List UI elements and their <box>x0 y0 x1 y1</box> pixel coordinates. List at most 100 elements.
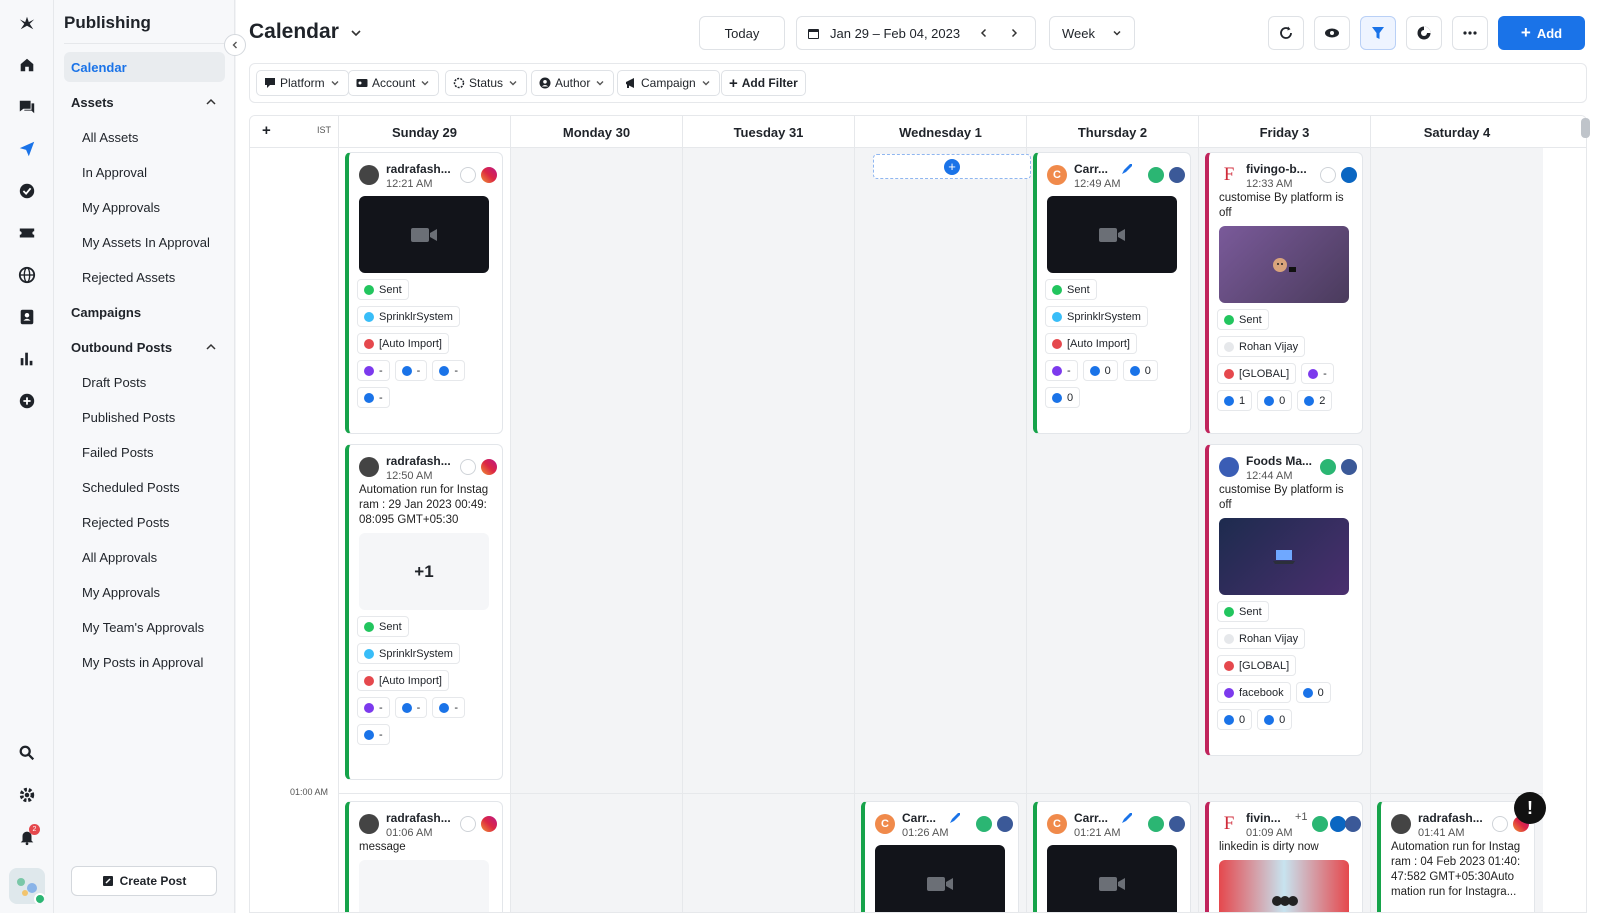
day-column-wednesday[interactable] <box>854 148 1026 912</box>
post-card[interactable]: radrafash... 01:41 AM Automation run for … <box>1377 801 1535 912</box>
post-card[interactable]: Ffivingo-b... 12:33 AM customise By platf… <box>1205 152 1363 434</box>
video-thumbnail[interactable] <box>1047 196 1177 273</box>
calendar-header-row: + IST Sunday 29 Monday 30 Tuesday 31 Wed… <box>250 116 1586 148</box>
video-thumbnail[interactable] <box>875 845 1005 912</box>
globe-icon[interactable] <box>12 260 42 290</box>
post-text: message <box>359 841 406 853</box>
add-filter-button[interactable]: + Add Filter <box>721 70 806 96</box>
sidebar-item-my-teams-approvals[interactable]: My Team's Approvals <box>64 612 225 642</box>
display-options-button[interactable] <box>1406 16 1442 50</box>
sidebar-item-all-assets[interactable]: All Assets <box>64 122 225 152</box>
video-thumbnail[interactable] <box>359 196 489 273</box>
sidebar-item-draft-posts[interactable]: Draft Posts <box>64 367 225 397</box>
filter-account[interactable]: Account <box>348 70 440 96</box>
chevron-down-icon[interactable] <box>349 26 363 40</box>
sidebar-item-rejected-assets[interactable]: Rejected Assets <box>64 262 225 292</box>
post-card[interactable]: Foods Ma... 12:44 AM customise By platfor… <box>1205 444 1363 756</box>
sidebar-item-my-approvals-posts[interactable]: My Approvals <box>64 577 225 607</box>
post-card[interactable]: Ffivin... +1 01:09 AM linkedin is dirty no… <box>1205 801 1363 912</box>
sidebar-item-published-posts[interactable]: Published Posts <box>64 402 225 432</box>
check-circle-icon[interactable] <box>12 176 42 206</box>
post-card[interactable]: radrafash... 12:21 AM Sent SprinklrSystem… <box>345 152 503 434</box>
filter-platform[interactable]: Platform <box>256 70 349 96</box>
face-photo-icon <box>1273 257 1296 272</box>
add-circle-icon[interactable] <box>12 386 42 416</box>
today-button[interactable]: Today <box>699 16 785 50</box>
add-timeslot-plus-icon[interactable]: + <box>262 122 271 139</box>
reporting-bar-chart-icon[interactable] <box>12 344 42 374</box>
settings-gear-icon[interactable] <box>12 780 42 810</box>
post-card[interactable]: C Carr... 01:26 AM <box>861 801 1019 912</box>
filter-author[interactable]: Author <box>531 70 615 96</box>
sidebar-item-all-approvals[interactable]: All Approvals <box>64 542 225 572</box>
sidebar-item-failed-posts[interactable]: Failed Posts <box>64 437 225 467</box>
filter-campaign[interactable]: Campaign <box>617 70 720 96</box>
sync-status-icon <box>1320 459 1336 475</box>
sidebar-group-assets[interactable]: Assets <box>64 87 225 117</box>
sidebar-item-my-assets-in-approval[interactable]: My Assets In Approval <box>64 227 225 257</box>
post-card[interactable]: radrafash... 12:50 AM Automation run for … <box>345 444 503 780</box>
add-post-slot-wednesday[interactable]: + <box>873 154 1031 179</box>
video-thumbnail[interactable] <box>1047 845 1177 912</box>
campaign-text: [Auto Import] <box>379 674 442 687</box>
sidebar-item-scheduled-posts[interactable]: Scheduled Posts <box>64 472 225 502</box>
sidebar-item-calendar[interactable]: Calendar <box>64 52 225 82</box>
user-avatar[interactable] <box>9 868 45 904</box>
day-column-tuesday[interactable] <box>682 148 854 912</box>
home-icon[interactable] <box>12 50 42 80</box>
chevron-down-icon <box>421 81 429 86</box>
date-range-picker[interactable]: Jan 29 – Feb 04, 2023 <box>796 16 1036 50</box>
post-card[interactable]: C Carr... 12:49 AM Sent SprinklrSystem [Au… <box>1033 152 1191 434</box>
next-week-button[interactable] <box>1003 22 1025 44</box>
calendar-scrollbar[interactable] <box>1581 115 1590 913</box>
comment-icon <box>1129 365 1140 376</box>
contact-book-icon[interactable] <box>12 302 42 332</box>
previous-week-button[interactable] <box>973 22 995 44</box>
sidebar-item-my-posts-in-approval[interactable]: My Posts in Approval <box>64 647 225 677</box>
author-text: SprinklrSystem <box>379 310 453 323</box>
comments-value: - <box>454 701 459 714</box>
author-avatar-icon <box>1224 341 1234 352</box>
publish-send-icon[interactable] <box>12 134 42 164</box>
account-name: radrafash... <box>386 162 451 176</box>
refresh-button[interactable] <box>1268 16 1304 50</box>
sidebar-item-campaigns[interactable]: Campaigns <box>64 297 225 327</box>
label-tag: - <box>1045 360 1078 381</box>
add-button[interactable]: + Add <box>1498 16 1585 50</box>
post-card[interactable]: C Carr... 01:21 AM <box>1033 801 1191 912</box>
day-column-monday[interactable] <box>510 148 682 912</box>
scrollbar-thumb[interactable] <box>1581 118 1590 138</box>
sidebar-item-rejected-posts[interactable]: Rejected Posts <box>64 507 225 537</box>
filter-toggle-button[interactable] <box>1360 16 1396 50</box>
more-options-button[interactable] <box>1452 16 1488 50</box>
more-media-count[interactable]: +1 <box>359 533 489 610</box>
chat-icon[interactable] <box>12 92 42 122</box>
image-thumbnail[interactable] <box>1219 226 1349 303</box>
alert-exclamation-button[interactable]: ! <box>1514 792 1546 824</box>
exclamation-icon: ! <box>1527 797 1533 818</box>
preview-button[interactable] <box>1314 16 1350 50</box>
search-icon[interactable] <box>12 738 42 768</box>
sidebar-group-outbound-posts[interactable]: Outbound Posts <box>64 332 225 362</box>
sidebar-item-my-approvals[interactable]: My Approvals <box>64 192 225 222</box>
sent-check-icon <box>1224 606 1234 617</box>
add-circle-icon: + <box>944 158 960 175</box>
status-text: Sent <box>1067 283 1090 296</box>
filter-label: Author <box>555 76 591 90</box>
ticket-icon[interactable] <box>12 218 42 248</box>
user-icon <box>539 77 551 89</box>
notification-bell-icon[interactable]: 2 <box>12 822 42 852</box>
image-thumbnail[interactable] <box>1219 518 1349 595</box>
post-time: 01:21 AM <box>1074 827 1121 839</box>
post-card[interactable]: radrafash... 01:06 AM message +2 <box>345 801 503 912</box>
collapse-sidebar-button[interactable] <box>224 34 246 56</box>
status-text: Sent <box>379 283 402 296</box>
image-thumbnail[interactable] <box>1219 860 1349 912</box>
view-select[interactable]: Week <box>1049 16 1135 50</box>
more-media-count[interactable]: +2 <box>359 860 489 912</box>
facebook-icon <box>1169 167 1185 183</box>
sprinklr-logo-icon[interactable] <box>12 8 42 38</box>
filter-status[interactable]: Status <box>445 70 528 96</box>
sidebar-item-in-approval[interactable]: In Approval <box>64 157 225 187</box>
create-post-button[interactable]: Create Post <box>71 866 217 896</box>
